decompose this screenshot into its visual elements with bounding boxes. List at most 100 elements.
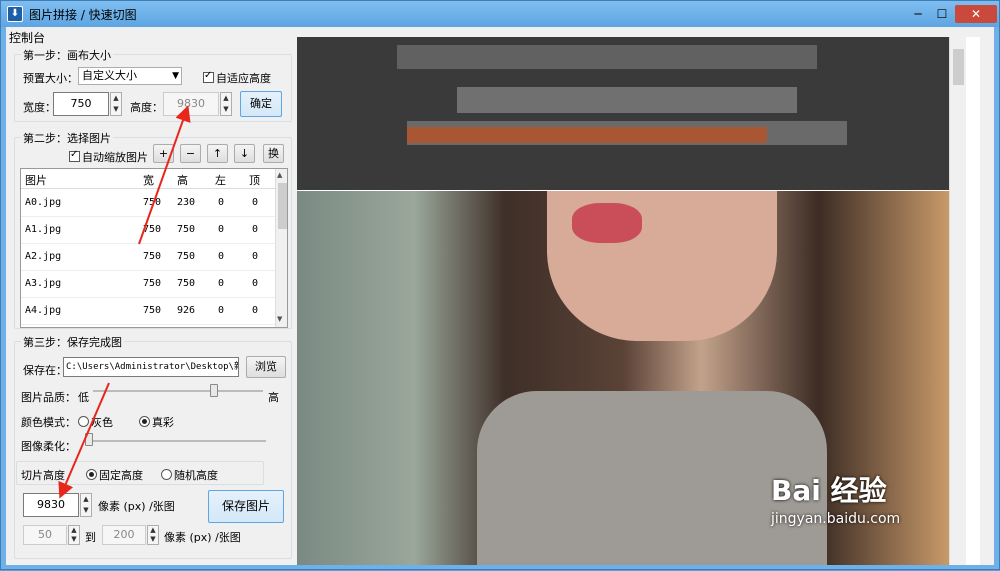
height-stepper[interactable]: ▲ ▼	[220, 92, 232, 116]
watermark: Bai 经验 jingyan.baidu.com	[771, 469, 900, 527]
cell-top: 0	[252, 305, 259, 316]
random-height-label: 随机高度	[174, 469, 218, 482]
random-height-radio[interactable]: 随机高度	[161, 467, 218, 483]
maximize-button[interactable]: ☐	[931, 5, 953, 23]
preset-select[interactable]: 自定义大小 ▼	[78, 67, 182, 85]
control-panel: 控制台 第一步：画布大小 预置大小： 自定义大小 ▼ 自适应高度 宽度： 750…	[6, 27, 292, 565]
step3-legend: 第三步：保存完成图	[21, 334, 124, 350]
cell-height: 750	[177, 224, 196, 235]
watermark-url: jingyan.baidu.com	[771, 511, 901, 527]
soften-slider-handle[interactable]	[85, 433, 93, 446]
scroll-thumb[interactable]	[278, 183, 287, 229]
cell-left: 0	[218, 305, 225, 316]
panel-label: 控制台	[9, 31, 46, 45]
auto-height-label: 自适应高度	[216, 72, 271, 85]
browse-button[interactable]: 浏览	[246, 356, 286, 378]
color-true-radio[interactable]: 真彩	[139, 414, 174, 430]
table-row[interactable]: A2.jpg 750 750 0 0	[21, 244, 275, 271]
cell-top: 0	[252, 278, 259, 289]
cell-name: A0.jpg	[25, 197, 62, 208]
save-path-input[interactable]: C:\Users\Administrator\Desktop\新	[63, 357, 239, 377]
range-to-input[interactable]: 200	[102, 525, 146, 545]
close-button[interactable]: ✕	[955, 5, 997, 23]
width-stepper[interactable]: ▲ ▼	[110, 92, 122, 116]
window-title: 图片拼接 / 快速切图	[29, 8, 137, 22]
save-to-label: 保存在：	[23, 364, 67, 377]
radio-selected-icon	[86, 469, 97, 480]
chevron-down-icon: ▼	[172, 71, 179, 81]
app-window: ⬇ 图片拼接 / 快速切图 ─ ☐ ✕ 控制台 第一步：画布大小 预置大小： 自…	[0, 0, 1000, 570]
slice-unit-label: 像素 (px) /张图	[98, 500, 175, 513]
scroll-down-icon[interactable]: ▼	[277, 315, 282, 323]
check-icon	[69, 149, 80, 162]
lips-area	[572, 203, 642, 243]
minimize-button[interactable]: ─	[907, 5, 929, 23]
cell-name: A3.jpg	[25, 278, 62, 289]
title-bar: ⬇ 图片拼接 / 快速切图 ─ ☐ ✕	[1, 1, 999, 27]
move-down-button[interactable]: ↓	[234, 144, 255, 163]
cell-width: 750	[143, 224, 162, 235]
image-table[interactable]: 图片 宽 高 左 顶 A0.jpg 750 230 0 0 A1.jpg 750…	[20, 168, 288, 328]
add-image-button[interactable]: +	[153, 144, 174, 163]
cell-height: 750	[177, 278, 196, 289]
range-to-label: 到	[85, 531, 96, 544]
cell-left: 0	[218, 278, 225, 289]
fixed-height-radio[interactable]: 固定高度	[86, 467, 143, 483]
fixed-height-label: 固定高度	[99, 469, 143, 482]
scroll-thumb[interactable]	[953, 49, 964, 85]
slice-height-label: 切片高度	[21, 469, 65, 482]
auto-scale-checkbox[interactable]: 自动缩放图片	[69, 149, 148, 165]
column-header[interactable]: 图片	[25, 172, 47, 188]
cell-left: 0	[218, 197, 225, 208]
soften-label: 图像柔化：	[21, 440, 76, 453]
quality-low-label: 低	[78, 391, 89, 404]
table-row[interactable]: A4.jpg 750 926 0 0	[21, 298, 275, 325]
soften-slider-track[interactable]	[93, 440, 266, 442]
quality-slider-track[interactable]	[93, 390, 263, 392]
quality-high-label: 高	[268, 391, 279, 404]
radio-selected-icon	[139, 416, 150, 427]
slice-height-input[interactable]: 9830	[23, 493, 79, 517]
table-header: 图片 宽 高 左 顶	[21, 169, 275, 189]
range-to-stepper[interactable]: ▲ ▼	[147, 525, 159, 545]
column-header[interactable]: 左	[215, 172, 226, 188]
preview-scrollbar[interactable]	[949, 37, 966, 565]
height-input[interactable]: 9830	[163, 92, 219, 116]
slice-height-stepper[interactable]: ▲ ▼	[80, 493, 92, 517]
remove-image-button[interactable]: −	[180, 144, 201, 163]
quality-slider-handle[interactable]	[210, 384, 218, 397]
cell-top: 0	[252, 251, 259, 262]
save-image-button[interactable]: 保存图片	[208, 490, 284, 523]
check-icon	[203, 70, 214, 83]
range-from-stepper[interactable]: ▲ ▼	[68, 525, 80, 545]
table-row[interactable]: A0.jpg 750 230 0 0	[21, 190, 275, 217]
cell-name: A1.jpg	[25, 224, 62, 235]
table-scrollbar[interactable]: ▲ ▼	[275, 169, 287, 327]
move-up-button[interactable]: ↑	[207, 144, 228, 163]
column-header[interactable]: 宽	[143, 172, 154, 188]
auto-height-checkbox[interactable]: 自适应高度	[203, 70, 271, 86]
cell-width: 750	[143, 305, 162, 316]
color-gray-radio[interactable]: 灰色	[78, 414, 113, 430]
range-unit-label: 像素 (px) /张图	[164, 531, 241, 544]
table-row[interactable]: A3.jpg 750 750 0 0	[21, 271, 275, 298]
color-gray-label: 灰色	[91, 416, 113, 429]
column-header[interactable]: 顶	[249, 172, 260, 188]
quality-label: 图片品质：	[21, 391, 76, 404]
cell-top: 0	[252, 197, 259, 208]
cell-top: 0	[252, 224, 259, 235]
scroll-up-icon[interactable]: ▲	[277, 171, 282, 179]
cell-left: 0	[218, 251, 225, 262]
cell-width: 750	[143, 197, 162, 208]
cell-left: 0	[218, 224, 225, 235]
swap-button[interactable]: 换	[263, 144, 284, 163]
cell-height: 750	[177, 251, 196, 262]
width-input[interactable]: 750	[53, 92, 109, 116]
auto-scale-label: 自动缩放图片	[82, 151, 148, 164]
step2-legend: 第二步：选择图片	[21, 130, 113, 146]
confirm-button[interactable]: 确定	[240, 91, 282, 117]
app-icon: ⬇	[7, 6, 23, 22]
table-row[interactable]: A1.jpg 750 750 0 0	[21, 217, 275, 244]
range-from-input[interactable]: 50	[23, 525, 67, 545]
column-header[interactable]: 高	[177, 172, 188, 188]
